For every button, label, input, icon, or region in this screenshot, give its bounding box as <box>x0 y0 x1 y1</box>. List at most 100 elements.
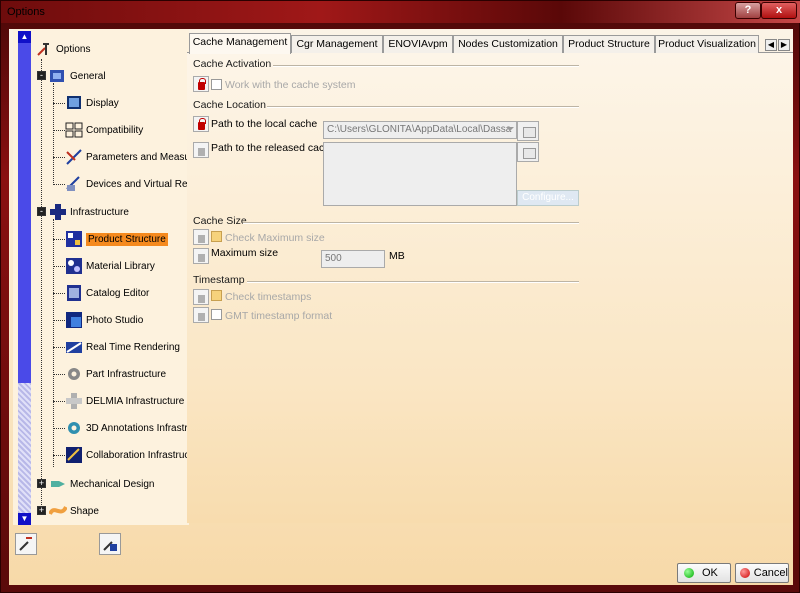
group-separator <box>247 281 579 283</box>
tree-item-shape[interactable]: Shape <box>48 501 99 521</box>
unlocked-padlock-icon[interactable] <box>193 248 209 264</box>
tree-item-3d-annotations-infrastructure[interactable]: 3D Annotations Infrastru <box>65 418 193 438</box>
local-cache-path-field[interactable]: C:\Users\GLONITA\AppData\Local\Dassa <box>323 121 517 139</box>
lock-tool-icon <box>103 541 117 551</box>
lock-options-button[interactable] <box>99 533 121 555</box>
material-library-icon <box>65 257 83 275</box>
released-cache-label: Path to the released cache <box>211 142 336 154</box>
expander-plus-icon[interactable]: + <box>37 479 46 488</box>
tree-item-catalog-editor[interactable]: Catalog Editor <box>65 283 149 303</box>
check-timestamps-checkbox[interactable] <box>211 290 222 301</box>
tree-item-devices-and-virtual-reality[interactable]: Devices and Virtual Reality <box>65 174 205 194</box>
tree-connector <box>53 103 65 104</box>
tree-item-product-structure[interactable]: Product Structure <box>65 229 168 249</box>
options-window: Options ? x ▲ ▼ Options - General Displa… <box>0 0 800 593</box>
cancel-button[interactable]: Cancel <box>735 563 789 583</box>
expander-plus-icon[interactable]: + <box>37 506 46 515</box>
help-button[interactable]: ? <box>735 2 761 19</box>
locked-padlock-icon[interactable] <box>193 116 209 132</box>
ok-label: OK <box>702 567 718 579</box>
group-separator <box>267 106 579 108</box>
tree-item-label: Material Library <box>86 260 155 272</box>
tree-item-label: DELMIA Infrastructure <box>86 395 185 407</box>
check-max-size-checkbox[interactable] <box>211 231 222 242</box>
dialog-client-area: ▲ ▼ Options - General Display Compatibil… <box>9 29 793 585</box>
expander-minus-icon[interactable]: - <box>37 207 46 216</box>
group-separator <box>273 65 579 67</box>
tab-scroll-left-icon[interactable]: ◀ <box>765 39 777 51</box>
compatibility-icon <box>65 121 83 139</box>
tree-item-mechanical-design[interactable]: Mechanical Design <box>49 474 155 494</box>
reset-tool-icon <box>19 537 32 551</box>
max-size-unit: MB <box>389 250 405 262</box>
tree-item-delmia-infrastructure[interactable]: DELMIA Infrastructure <box>65 391 184 411</box>
browse-released-cache-button[interactable] <box>517 142 539 162</box>
tree-item-options[interactable]: Options <box>35 39 90 59</box>
tab-cache-management[interactable]: Cache Management <box>189 33 291 54</box>
tree-connector <box>53 401 65 402</box>
tree-connector <box>53 157 65 158</box>
tree-item-label-selected: Product Structure <box>86 232 168 246</box>
tree-item-label: Mechanical Design <box>70 478 155 490</box>
tree-connector <box>53 455 65 456</box>
tab-product-visualization[interactable]: Product Visualization <box>655 35 759 53</box>
scrollbar-thumb[interactable] <box>18 43 31 383</box>
max-size-field[interactable]: 500 <box>321 250 385 268</box>
unlocked-padlock-icon[interactable] <box>193 142 209 158</box>
tree-item-label: Catalog Editor <box>86 287 150 299</box>
tab-cgr-management[interactable]: Cgr Management <box>291 35 383 53</box>
tree-item-display[interactable]: Display <box>65 93 119 113</box>
close-button[interactable]: x <box>761 2 797 19</box>
work-with-cache-checkbox[interactable] <box>211 79 222 90</box>
tree-item-infrastructure[interactable]: Infrastructure <box>49 202 129 222</box>
delmia-icon <box>65 392 83 410</box>
unlocked-padlock-icon[interactable] <box>193 229 209 245</box>
product-structure-icon <box>65 230 83 248</box>
gmt-format-label: GMT timestamp format <box>225 310 333 322</box>
scroll-up-arrow-icon[interactable]: ▲ <box>18 31 31 43</box>
tree-item-photo-studio[interactable]: Photo Studio <box>65 310 143 330</box>
locked-padlock-icon[interactable] <box>193 76 209 92</box>
gear-icon <box>65 365 83 383</box>
mechanical-design-icon <box>49 475 67 493</box>
tab-enoviavpm[interactable]: ENOVIAvpm <box>383 35 453 53</box>
tab-nodes-customization[interactable]: Nodes Customization <box>453 35 563 53</box>
gmt-format-checkbox[interactable] <box>211 309 222 320</box>
unlocked-padlock-icon[interactable] <box>193 289 209 305</box>
tab-bar: Cache Management Cgr Management ENOVIAvp… <box>187 33 793 54</box>
tree-item-label: Part Infrastructure <box>86 368 167 380</box>
scroll-down-arrow-icon[interactable]: ▼ <box>18 513 31 525</box>
expander-minus-icon[interactable]: - <box>37 71 46 80</box>
options-tab-control: Cache Management Cgr Management ENOVIAvp… <box>187 33 793 523</box>
reset-options-button[interactable] <box>15 533 37 555</box>
max-size-label: Maximum size <box>211 247 279 259</box>
cache-size-title: Cache Size <box>193 215 247 227</box>
tree-item-general[interactable]: General <box>49 66 106 86</box>
ok-button[interactable]: OK <box>677 563 731 583</box>
tree-connector <box>53 130 65 131</box>
tree-item-label: Compatibility <box>86 124 144 136</box>
tree-item-compatibility[interactable]: Compatibility <box>65 120 143 140</box>
photo-studio-icon <box>65 311 83 329</box>
tree-item-part-infrastructure[interactable]: Part Infrastructure <box>65 364 166 384</box>
tree-item-material-library[interactable]: Material Library <box>65 256 155 276</box>
configure-button[interactable]: Configure... <box>517 190 579 206</box>
tree-item-collaboration-infrastructure[interactable]: Collaboration Infrastruc <box>65 445 189 465</box>
browse-local-cache-button[interactable] <box>517 121 539 141</box>
tab-scroll-right-icon[interactable]: ▶ <box>778 39 790 51</box>
released-cache-path-field[interactable] <box>323 142 517 206</box>
cache-activation-title: Cache Activation <box>193 58 272 70</box>
chevron-down-icon[interactable] <box>506 127 514 131</box>
tab-product-structure[interactable]: Product Structure <box>563 35 655 53</box>
local-cache-path-value: C:\Users\GLONITA\AppData\Local\Dassa <box>327 124 512 135</box>
tree-item-label: Photo Studio <box>86 314 144 326</box>
local-cache-label: Path to the local cache <box>211 118 318 130</box>
tree-item-label: General <box>70 70 106 82</box>
tree-item-label: Real Time Rendering <box>86 341 180 353</box>
tree-item-label: Shape <box>70 505 99 517</box>
tree-scrollbar[interactable]: ▲ ▼ <box>18 31 31 525</box>
tree-item-real-time-rendering[interactable]: Real Time Rendering <box>65 337 180 357</box>
unlocked-padlock-icon[interactable] <box>193 307 209 323</box>
tree-item-parameters-and-measure[interactable]: Parameters and Measure <box>65 147 199 167</box>
options-tool-icon <box>35 40 53 58</box>
